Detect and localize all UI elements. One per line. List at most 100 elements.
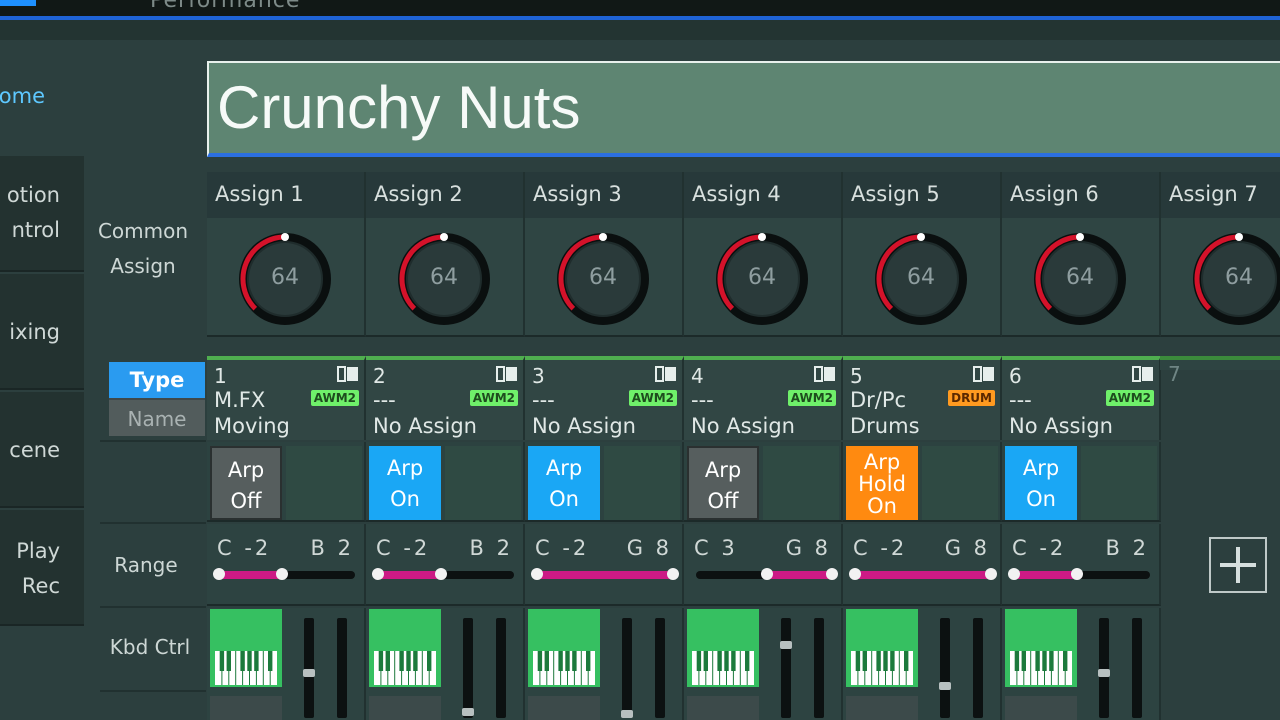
next-row-button[interactable] bbox=[1005, 696, 1077, 720]
range-slider[interactable] bbox=[696, 568, 838, 580]
part-2-header[interactable]: 2 --- No Assign AWM2 bbox=[366, 356, 525, 440]
arp-cell: Arp On bbox=[1002, 442, 1161, 522]
range-cell[interactable]: C 3 G 8 bbox=[684, 524, 843, 606]
range-slider[interactable] bbox=[531, 568, 679, 580]
fader-thumb[interactable] bbox=[303, 668, 315, 677]
range-high-handle[interactable] bbox=[667, 568, 679, 580]
range-low-handle[interactable] bbox=[213, 568, 225, 580]
part-1-header[interactable]: 1 M.FX Moving AWM2 bbox=[207, 356, 366, 440]
next-row-button[interactable] bbox=[369, 696, 441, 720]
assign-knob-cell[interactable]: Assign 5 64 bbox=[843, 172, 1002, 337]
knob[interactable]: 64 bbox=[395, 230, 493, 328]
range-high-handle[interactable] bbox=[434, 568, 447, 580]
kbd-ctrl-button[interactable] bbox=[1005, 609, 1077, 687]
range-high-handle[interactable] bbox=[985, 568, 997, 580]
screen: { "header": {"title": "Performance"}, "s… bbox=[0, 0, 1280, 720]
range-slider[interactable] bbox=[213, 568, 355, 580]
range-low-handle[interactable] bbox=[760, 568, 773, 580]
part-meter bbox=[496, 618, 506, 718]
assign-knob-cell[interactable]: Assign 7 64 bbox=[1161, 172, 1280, 337]
assign-knob-cell[interactable]: Assign 4 64 bbox=[684, 172, 843, 337]
kbd-ctrl-button[interactable] bbox=[210, 609, 282, 687]
part-fader[interactable] bbox=[621, 618, 633, 718]
part-meter bbox=[814, 618, 824, 718]
assign-knob-cell[interactable]: Assign 2 64 bbox=[366, 172, 525, 337]
range-low-handle[interactable] bbox=[372, 568, 384, 580]
type-tab[interactable]: Type bbox=[109, 362, 205, 398]
sidebar-item-motion-control[interactable]: otion ntrol bbox=[0, 156, 84, 272]
knob[interactable]: 64 bbox=[872, 230, 970, 328]
part-4-header[interactable]: 4 --- No Assign AWM2 bbox=[684, 356, 843, 440]
range-high-handle[interactable] bbox=[1070, 568, 1083, 580]
range-cell[interactable]: C -2 B 2 bbox=[207, 524, 366, 606]
arp-toggle-button[interactable]: Arp Off bbox=[687, 446, 759, 520]
knob[interactable]: 64 bbox=[1190, 230, 1280, 328]
range-high-handle[interactable] bbox=[826, 568, 838, 580]
part-fader[interactable] bbox=[1098, 618, 1110, 718]
arp-toggle-button[interactable]: Arp On bbox=[369, 446, 441, 520]
range-slider[interactable] bbox=[849, 568, 997, 580]
part-3-header[interactable]: 3 --- No Assign AWM2 bbox=[525, 356, 684, 440]
assign-label: Assign 5 bbox=[843, 172, 1000, 218]
awm2-badge: AWM2 bbox=[1105, 390, 1154, 406]
awm2-badge: AWM2 bbox=[787, 390, 836, 406]
sidebar-item-scene[interactable]: cene bbox=[0, 392, 84, 508]
arp-empty-slot bbox=[604, 446, 680, 520]
sidebar-item-mixing[interactable]: ixing bbox=[0, 274, 84, 390]
kbd-ctrl-button[interactable] bbox=[687, 609, 759, 687]
knob[interactable]: 64 bbox=[236, 230, 334, 328]
knob[interactable]: 64 bbox=[554, 230, 652, 328]
range-slider[interactable] bbox=[1008, 568, 1150, 580]
range-low-handle[interactable] bbox=[1008, 568, 1020, 580]
range-cell[interactable]: C -2 B 2 bbox=[366, 524, 525, 606]
sidebar-item-home[interactable]: Home bbox=[0, 84, 45, 108]
range-slider[interactable] bbox=[372, 568, 514, 580]
part-6-header[interactable]: 6 --- No Assign AWM2 bbox=[1002, 356, 1161, 440]
fader-thumb[interactable] bbox=[780, 641, 792, 649]
range-high-handle[interactable] bbox=[275, 568, 288, 580]
knob[interactable]: 64 bbox=[1031, 230, 1129, 328]
arp-toggle-button[interactable]: Arp Hold On bbox=[846, 446, 918, 520]
assign-knob-cell[interactable]: Assign 6 64 bbox=[1002, 172, 1161, 337]
performance-name-field[interactable]: Crunchy Nuts bbox=[207, 61, 1280, 157]
range-cell[interactable]: C -2 B 2 bbox=[1002, 524, 1161, 606]
type-name-toggle[interactable]: Type Name bbox=[109, 362, 205, 438]
part-7-header[interactable]: 7 bbox=[1160, 356, 1280, 386]
part-fader[interactable] bbox=[939, 618, 951, 718]
kbd-ctrl-button[interactable] bbox=[528, 609, 600, 687]
fader-thumb[interactable] bbox=[939, 682, 951, 691]
kbd-ctrl-cell bbox=[1002, 608, 1161, 720]
range-fill bbox=[1014, 571, 1077, 579]
part-fader[interactable] bbox=[462, 618, 474, 718]
arp-toggle-button[interactable]: Arp On bbox=[528, 446, 600, 520]
assign-knob-cell[interactable]: Assign 3 64 bbox=[525, 172, 684, 337]
arp-toggle-button[interactable]: Arp On bbox=[1005, 446, 1077, 520]
range-low-handle[interactable] bbox=[531, 568, 543, 580]
assign-knob-cell[interactable]: Assign 1 64 bbox=[207, 172, 366, 337]
sidebar-item-play-rec[interactable]: Play Rec bbox=[0, 510, 84, 626]
fader-thumb[interactable] bbox=[1098, 668, 1110, 677]
knob[interactable]: 64 bbox=[713, 230, 811, 328]
fader-thumb[interactable] bbox=[621, 710, 633, 718]
fader-thumb[interactable] bbox=[462, 708, 474, 717]
range-cell[interactable]: C -2 G 8 bbox=[525, 524, 684, 606]
next-row-button[interactable] bbox=[528, 696, 600, 720]
kbd-ctrl-button[interactable] bbox=[369, 609, 441, 687]
range-cell[interactable]: C -2 G 8 bbox=[843, 524, 1002, 606]
part-fader[interactable] bbox=[780, 618, 792, 718]
arp-empty-slot bbox=[445, 446, 521, 520]
part-fader[interactable] bbox=[303, 618, 315, 718]
range-low-handle[interactable] bbox=[849, 568, 861, 580]
part-type: --- bbox=[532, 388, 555, 412]
part-5-header[interactable]: 5 Dr/Pc Drums DRUM bbox=[843, 356, 1002, 440]
name-tab[interactable]: Name bbox=[109, 398, 205, 436]
next-row-button[interactable] bbox=[210, 696, 282, 720]
next-row-button[interactable] bbox=[846, 696, 918, 720]
kbd-ctrl-button[interactable] bbox=[846, 609, 918, 687]
add-part-button[interactable] bbox=[1209, 537, 1267, 593]
arp-toggle-button[interactable]: Arp Off bbox=[210, 446, 282, 520]
next-row-button[interactable] bbox=[687, 696, 759, 720]
part-name: Drums bbox=[850, 414, 920, 438]
part-status-icon bbox=[496, 366, 517, 382]
sidebar-item-label: ixing bbox=[9, 320, 60, 344]
